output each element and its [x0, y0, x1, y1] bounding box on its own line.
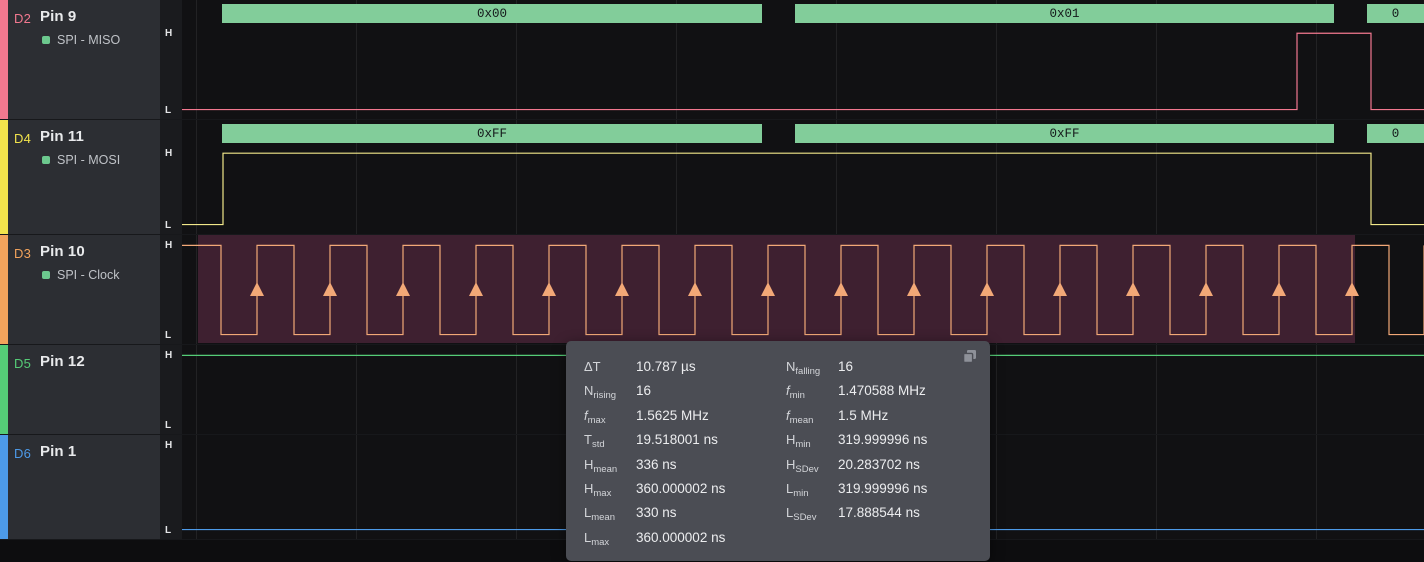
- channel-color-bar: [0, 235, 8, 344]
- channel-pin-name[interactable]: Pin 12: [40, 353, 85, 370]
- measurement-value: 19.518001 ns: [636, 432, 718, 448]
- channel-protocol-label[interactable]: SPI - Clock: [42, 268, 120, 282]
- measurement-key: [786, 526, 838, 550]
- waveform-trace: [182, 152, 1424, 226]
- protocol-status-dot: [42, 156, 50, 164]
- channel-id-label: D2: [14, 11, 32, 26]
- measurement-value: [838, 526, 974, 550]
- copy-icon[interactable]: [962, 349, 978, 365]
- signal-path: [182, 152, 1424, 226]
- channel-id-label: D4: [14, 131, 32, 146]
- measurement-key: Hmax: [584, 480, 612, 499]
- measurement-value: 360.000002 ns: [636, 480, 726, 496]
- measurement-value: 1.5 MHz: [838, 407, 889, 423]
- channel-id-label: D6: [14, 446, 32, 461]
- measurement-key: fmin: [786, 383, 805, 402]
- measurement-key: HSDev: [786, 456, 819, 475]
- channel-row[interactable]: D3 Pin 10 SPI - Clock H L: [0, 235, 1424, 345]
- measurement-highlight-region: [198, 235, 1355, 344]
- waveform-trace: [182, 235, 1424, 344]
- channel-color-bar: [0, 345, 8, 434]
- measurement-key: Nrising: [584, 383, 617, 402]
- measurement-panel[interactable]: ΔT 10.787 µs Nfalling 16 Nrising 16 fmin 1.4705…: [566, 341, 990, 561]
- channel-row[interactable]: D4 Pin 11 SPI - MOSI H L 0xFF 0xFF 0: [0, 120, 1424, 235]
- channel-pin-name[interactable]: Pin 9: [40, 8, 76, 25]
- channel-plot[interactable]: H L 0x00 0x01 0: [160, 0, 1424, 120]
- channel-plot[interactable]: H L 0xFF 0xFF 0: [160, 120, 1424, 235]
- protocol-name: SPI - Clock: [57, 268, 120, 282]
- channel-side-panel[interactable]: D4 Pin 11 SPI - MOSI: [0, 120, 160, 235]
- channel-plot[interactable]: HL: [160, 235, 1424, 345]
- channel-side-panel[interactable]: D5 Pin 12: [0, 345, 160, 435]
- channel-color-bar: [0, 120, 8, 234]
- signal-path: [182, 32, 1424, 111]
- channel-row[interactable]: D2 Pin 9 SPI - MISO H L 0x00 0x01 0: [0, 0, 1424, 120]
- channel-color-bar: [0, 435, 8, 539]
- waveform-trace: [182, 32, 1424, 111]
- measurement-key: ΔT: [584, 359, 601, 374]
- measurement-value: 20.283702 ns: [838, 456, 920, 472]
- measurement-key: Lmin: [786, 480, 809, 499]
- measurement-value: 330 ns: [636, 505, 677, 521]
- channel-id-label: D3: [14, 246, 32, 261]
- measurement-value: 16: [838, 359, 854, 374]
- channel-protocol-label[interactable]: SPI - MOSI: [42, 153, 120, 167]
- logic-analyzer-view: D2 Pin 9 SPI - MISO H L 0x00 0x01 0 D4 Pin 11 SPI …: [0, 0, 1424, 562]
- measurement-key: Lmax: [584, 529, 610, 548]
- channel-side-panel[interactable]: D3 Pin 10 SPI - Clock: [0, 235, 160, 345]
- protocol-name: SPI - MISO: [57, 33, 121, 47]
- measurement-key: Lmean: [584, 505, 615, 524]
- measurement-value: 319.999996 ns: [838, 480, 928, 496]
- measurement-key: fmax: [584, 407, 606, 426]
- measurement-key: Tstd: [584, 432, 605, 451]
- channel-side-panel[interactable]: D2 Pin 9 SPI - MISO: [0, 0, 160, 120]
- protocol-name: SPI - MOSI: [57, 153, 121, 167]
- channel-pin-name[interactable]: Pin 11: [40, 128, 84, 145]
- measurement-value: 1.5625 MHz: [636, 407, 709, 423]
- measurement-value: 319.999996 ns: [838, 432, 928, 448]
- channel-side-panel[interactable]: D6 Pin 1: [0, 435, 160, 540]
- measurement-value: 360.000002 ns: [636, 529, 726, 545]
- measurement-key: LSDev: [786, 505, 817, 524]
- measurement-key: Hmin: [786, 432, 811, 451]
- measurement-value: 336 ns: [636, 456, 677, 472]
- measurement-key: Nfalling: [786, 359, 821, 377]
- measurement-value: 1.470588 MHz: [838, 383, 926, 399]
- measurement-key: Hmean: [584, 456, 618, 475]
- protocol-status-dot: [42, 36, 50, 44]
- channel-color-bar: [0, 0, 8, 119]
- channel-protocol-label[interactable]: SPI - MISO: [42, 33, 120, 47]
- channel-pin-name[interactable]: Pin 10: [40, 243, 85, 260]
- channel-id-label: D5: [14, 356, 32, 371]
- measurement-key: fmean: [786, 407, 814, 426]
- measurement-value: 16: [636, 383, 652, 399]
- measurement-grid: ΔT 10.787 µs Nfalling 16 Nrising 16 fmin 1.4705…: [584, 355, 974, 550]
- protocol-status-dot: [42, 271, 50, 279]
- measurement-value: 17.888544 ns: [838, 505, 920, 521]
- measurement-value: 10.787 µs: [636, 359, 696, 374]
- channel-pin-name[interactable]: Pin 1: [40, 443, 76, 460]
